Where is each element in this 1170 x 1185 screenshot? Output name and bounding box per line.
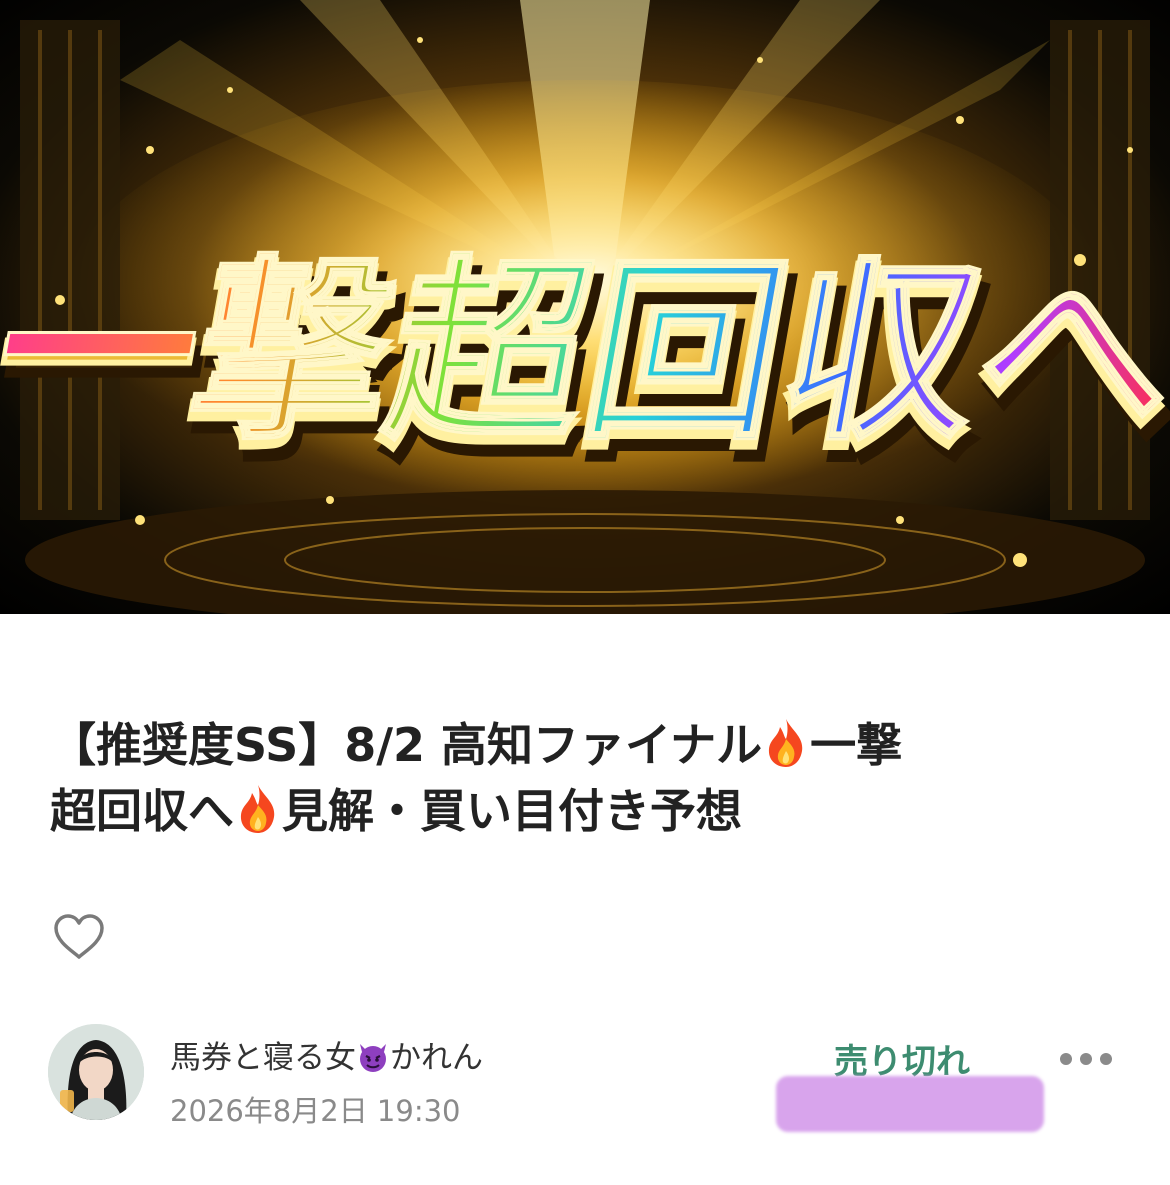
title-text-1: 【推奨度SS】8/2 高知ファイナル bbox=[50, 718, 763, 772]
avatar[interactable] bbox=[48, 1024, 144, 1120]
publish-date: 2026年8月2日 19:30 bbox=[170, 1094, 461, 1128]
title-text-4: 見解・買い目付き予想 bbox=[282, 784, 742, 838]
banner-headline-rainbow: 一撃超回収へ bbox=[0, 238, 1170, 466]
redacted-price-mark bbox=[776, 1076, 1044, 1132]
title-text-3: 超回収へ bbox=[50, 784, 234, 838]
fire-emoji-icon bbox=[234, 783, 282, 835]
title-text-2: 一撃 bbox=[810, 718, 903, 772]
author-name[interactable]: 馬券と寝る女 かれん bbox=[170, 1032, 483, 1077]
hero-artwork: 一撃超回収へ 一撃超回収へ 一撃超回収へ bbox=[0, 0, 1170, 614]
hero-banner-image: 一撃超回収へ 一撃超回収へ 一撃超回収へ bbox=[0, 0, 1170, 614]
author-name-suffix: かれん bbox=[390, 1040, 483, 1076]
author-row: 馬券と寝る女 かれん 2026年8月2日 19:30 売り切れ bbox=[48, 1024, 1128, 1132]
article-title: 【推奨度SS】8/2 高知ファイナル 一撃 超回収へ 見解・買い目付き予想 bbox=[50, 712, 1130, 844]
devil-emoji-icon bbox=[356, 1040, 390, 1074]
like-button[interactable] bbox=[52, 912, 106, 962]
avatar-portrait bbox=[48, 1024, 144, 1120]
fire-emoji-icon bbox=[762, 717, 810, 769]
author-name-text: 馬券と寝る女 bbox=[170, 1040, 356, 1076]
heart-outline-icon bbox=[54, 914, 104, 959]
more-options-button[interactable] bbox=[1056, 1044, 1116, 1074]
